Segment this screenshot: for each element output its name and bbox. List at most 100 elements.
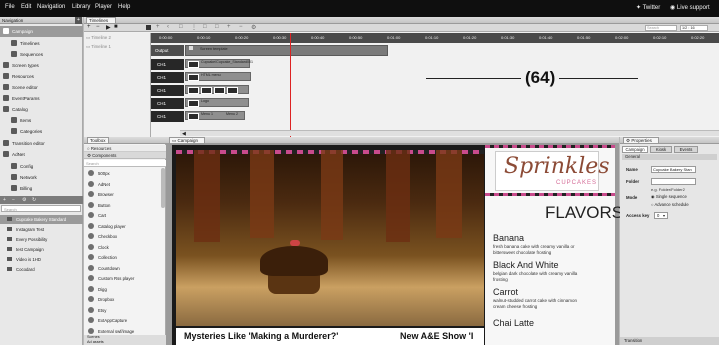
sidebar-item-resources[interactable]: Resources [0,71,83,82]
campaign-list-item[interactable]: Instagram Test [0,225,83,234]
folder-input[interactable] [651,178,696,185]
campaign-list-item[interactable]: Cocodard [0,265,83,274]
channel-label[interactable]: CH1 [151,59,184,70]
tab-campaign[interactable]: ▭ Campaign [169,137,205,144]
component-item[interactable]: 500px [84,168,166,179]
tab-properties[interactable]: ⚙ Properties [623,137,659,144]
twitter-link[interactable]: ✦ Twitter [636,4,660,11]
zoom-out-icon[interactable]: − [239,24,243,30]
snap-icon[interactable] [146,25,151,30]
toolbox-scrollbar[interactable] [161,168,165,208]
components-section[interactable]: ⚙ Components [84,152,166,159]
sidebar-item-config[interactable]: Config [0,161,83,172]
sidebar-item-timelines[interactable]: Timelines [0,38,83,49]
copy-icon[interactable]: □ [203,24,207,30]
sidebar-item-categories[interactable]: Categories [0,126,83,137]
component-item[interactable]: Clock [84,242,166,253]
menu-file[interactable]: File [5,4,15,10]
mode-advance-radio[interactable]: ○ Advance schedule [651,202,689,207]
component-item[interactable]: Button [84,200,166,211]
access-key-select[interactable]: 0 ▾ [654,212,668,219]
split-icon[interactable]: ⋮ [191,24,197,31]
stop-icon[interactable]: ■ [114,24,118,30]
menu-player[interactable]: Player [95,4,112,10]
timeline-search-input[interactable]: Search [645,25,677,31]
component-item[interactable]: Custom Rss player [84,273,166,284]
output-clip[interactable]: Screen template [185,45,388,56]
settings-tl-icon[interactable]: ⚙ [251,24,256,31]
tab-kiosk[interactable]: Kiosk [650,146,672,153]
component-item[interactable]: Etsy [84,305,166,316]
ad-assets-section[interactable]: Ad assets [84,340,166,345]
component-item[interactable]: AdNet [84,179,166,190]
tab-events[interactable]: Events [674,146,698,153]
timeline-clip[interactable]: Cupcake/Cupcake_Standard001 [185,59,253,68]
remove-timeline-icon[interactable]: − [96,24,100,30]
transition-section[interactable]: Transition [620,337,719,345]
prev-icon[interactable]: ‹ [167,24,169,30]
refresh-icon[interactable]: ↻ [32,197,36,203]
remove-icon[interactable]: − [12,197,15,203]
channel-label[interactable]: CH1 [151,98,184,109]
component-item[interactable]: Digg [84,284,166,295]
sidebar-item-network[interactable]: Network [0,172,83,183]
playhead[interactable] [290,33,291,137]
campaign-search-input[interactable]: Search [1,205,81,212]
play-icon[interactable]: ▶ [106,24,111,31]
campaign-list-item[interactable]: Video is 1HD [0,255,83,264]
menu-help[interactable]: Help [118,4,130,10]
sidebar-item-items[interactable]: Items [0,115,83,126]
add-channel-icon[interactable]: + [156,24,160,30]
mode-single-radio[interactable]: ◉ Single sequence [651,194,687,199]
add-icon[interactable]: + [3,197,6,203]
timeline-clip[interactable]: HTML menu [185,72,251,81]
zoom-select[interactable]: 1/2 : 16 [680,25,708,31]
campaign-list-item[interactable]: Cupcake Bakery Standard [0,215,83,224]
timeline-clip[interactable] [185,85,249,94]
component-item[interactable]: Catalog player [84,221,166,232]
toolbox-search-input[interactable]: Search [84,160,166,167]
sidebar-item-transition-editor[interactable]: Transition editor [0,138,83,149]
channel-label[interactable]: CH1 [151,111,184,122]
timeline-list-item[interactable]: ▭ Timeline 2 [86,35,111,41]
tab-toolbox[interactable]: Toolbox [87,137,109,144]
sidebar-item-scene-editor[interactable]: Scene editor [0,82,83,93]
sidebar-item-screen-types[interactable]: Screen types [0,60,83,71]
add-timeline-icon[interactable]: + [87,24,91,30]
expand-icon[interactable]: + [75,17,82,24]
video-player[interactable] [176,150,484,326]
component-item[interactable]: Dropbox [84,294,166,305]
tab-timelines[interactable]: Timelines [86,17,116,24]
menu-library[interactable]: Library [72,4,90,10]
timeline-clip[interactable]: Menu 1 Menu 2 [185,111,245,120]
component-item[interactable]: Cart [84,210,166,221]
timeline-list-item[interactable]: ▭ Timeline 1 [86,44,111,50]
component-item[interactable]: Collection [84,252,166,263]
tab-campaign-props[interactable]: Campaign [622,146,648,153]
sidebar-item-campaign[interactable]: Campaign [0,26,83,37]
sidebar-item-adnet[interactable]: AdNet [0,149,83,160]
channel-label[interactable]: CH1 [151,85,184,96]
zoom-in-icon[interactable]: + [227,24,231,30]
component-item[interactable]: Browser [84,189,166,200]
live-support-link[interactable]: ◉ Live support [670,4,710,11]
menu-navigation[interactable]: Navigation [37,4,65,10]
menu-edit[interactable]: Edit [21,4,31,10]
sidebar-item-catalog[interactable]: Catalog [0,104,83,115]
sidebar-item-sequences[interactable]: Sequences [0,49,83,60]
campaign-list-item[interactable]: Every Possibility [0,235,83,244]
component-item[interactable]: Checkbox [84,231,166,242]
name-input[interactable]: Cupcake Bakery Stan [651,166,696,173]
lock-icon[interactable]: □ [215,24,219,30]
settings-icon[interactable]: ⚙ [22,197,26,203]
timeline-scrollbar[interactable]: ◀ [180,130,719,137]
component-item[interactable]: Countdown [84,263,166,274]
timeline-clip[interactable]: Logo [185,98,249,107]
sidebar-item-eventparams[interactable]: EventParams [0,93,83,104]
sidebar-item-billing[interactable]: Billing [0,183,83,194]
component-item[interactable]: ExtAppCapture [84,315,166,326]
trim-icon[interactable]: □ [179,24,183,30]
resources-section[interactable]: ○ Resources [84,145,166,152]
campaign-list-item[interactable]: test Campaign [0,245,83,254]
channel-label[interactable]: CH1 [151,72,184,83]
